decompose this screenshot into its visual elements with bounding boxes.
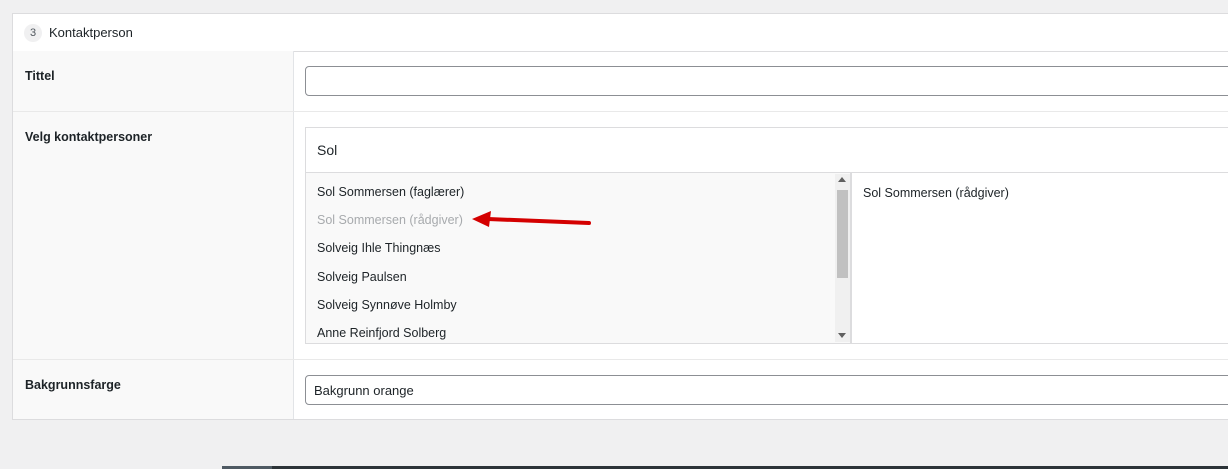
choice-item[interactable]: Solveig Ihle Thingnæs (317, 241, 440, 255)
background-select-value: Bakgrunn orange (314, 382, 414, 398)
scroll-thumb[interactable] (837, 190, 848, 278)
contacts-field-label: Velg kontaktpersoner (25, 130, 153, 144)
row-divider (13, 359, 1228, 360)
background-field-label: Bakgrunnsfarge (25, 378, 121, 392)
title-field-label: Tittel (25, 69, 55, 83)
search-query-text: Sol (317, 142, 338, 158)
section-header: 3 Kontaktperson (13, 14, 1228, 52)
scroll-down-arrow-icon[interactable] (838, 333, 846, 338)
title-input[interactable] (305, 66, 1228, 96)
selected-value-item[interactable]: Sol Sommersen (rådgiver) (863, 186, 1009, 200)
choice-item[interactable]: Sol Sommersen (faglærer) (317, 185, 464, 199)
choice-item-disabled: Sol Sommersen (rådgiver) (317, 213, 463, 227)
section-title: Kontaktperson (49, 25, 133, 40)
choice-item[interactable]: Anne Reinfjord Solberg (317, 326, 446, 340)
contacts-search-input[interactable]: Sol (305, 127, 1228, 173)
background-color-select[interactable]: Bakgrunn orange (305, 375, 1228, 405)
row-divider (13, 111, 1228, 112)
step-number-badge: 3 (24, 23, 42, 42)
scroll-up-arrow-icon[interactable] (838, 177, 846, 182)
choice-item[interactable]: Solveig Paulsen (317, 270, 407, 284)
selected-values-list: Sol Sommersen (rådgiver) (851, 173, 1228, 344)
label-column (13, 51, 294, 419)
choices-scrollbar[interactable] (835, 174, 850, 342)
choice-item[interactable]: Solveig Synnøve Holmby (317, 298, 457, 312)
choices-list: Sol Sommersen (faglærer) Sol Sommersen (… (305, 173, 851, 344)
